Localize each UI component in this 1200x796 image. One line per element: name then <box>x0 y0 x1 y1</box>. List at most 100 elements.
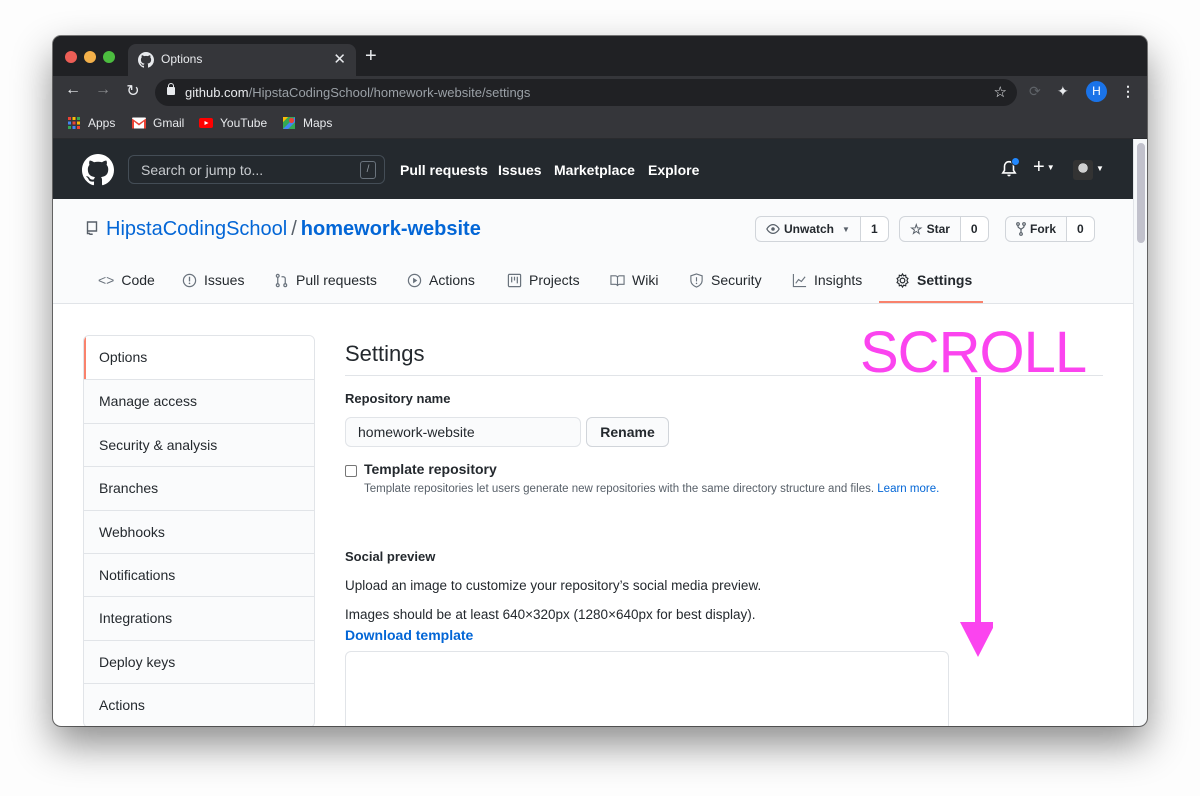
create-new-dropdown[interactable]: + ▼ <box>1033 156 1055 179</box>
tab-label: Issues <box>204 272 245 288</box>
header-nav-pull-requests[interactable]: Pull requests <box>400 162 488 178</box>
star-button[interactable]: ☆ Star 0 <box>899 216 989 242</box>
url-path: /HipstaCodingSchool/homework-website/set… <box>248 85 531 100</box>
bookmark-apps[interactable]: Apps <box>67 116 115 130</box>
scroll-annotation: SCROLL <box>860 320 1087 385</box>
url-host: github.com <box>185 85 249 100</box>
tab-label: Pull requests <box>296 272 377 288</box>
github-icon <box>138 52 154 68</box>
sidebar-item-options[interactable]: Options <box>84 336 314 380</box>
repo-name-input[interactable] <box>345 417 581 447</box>
repo-name-link[interactable]: homework-website <box>301 218 481 240</box>
notification-dot <box>1011 157 1020 166</box>
sidebar-item-notifications[interactable]: Notifications <box>84 552 314 596</box>
tab-projects[interactable]: Projects <box>507 272 580 288</box>
star-icon: ☆ <box>910 220 923 237</box>
page-scrollbar[interactable] <box>1133 139 1147 726</box>
tab-strip: Options ✕ + <box>53 36 1147 76</box>
learn-more-link[interactable]: Learn more. <box>877 483 939 495</box>
youtube-icon <box>199 118 213 128</box>
eye-icon <box>766 224 780 234</box>
maximize-window-button[interactable] <box>103 51 115 63</box>
tab-title: Options <box>161 52 203 66</box>
profile-avatar[interactable]: H <box>1086 81 1107 102</box>
watch-count[interactable]: 1 <box>859 217 888 241</box>
github-page: Search or jump to... / Pull requests Iss… <box>53 139 1133 726</box>
tab-pull-requests[interactable]: Pull requests <box>274 272 377 288</box>
tab-label: Code <box>121 272 155 288</box>
bookmark-label: Maps <box>303 116 333 130</box>
tab-security[interactable]: Security <box>689 272 762 288</box>
reload-icon[interactable]: ↻ <box>123 81 143 101</box>
sync-icon[interactable]: ⟳ <box>1029 83 1041 100</box>
sidebar-item-deploy-keys[interactable]: Deploy keys <box>84 639 314 683</box>
tab-code[interactable]: <> Code <box>98 272 155 288</box>
social-preview-size-hint: Images should be at least 640×320px (128… <box>345 607 756 622</box>
bookmark-maps[interactable]: Maps <box>282 116 332 130</box>
settings-sidebar: Options Manage access Security & analysi… <box>83 335 315 726</box>
close-window-button[interactable] <box>65 51 77 63</box>
star-count[interactable]: 0 <box>959 217 988 241</box>
template-repository-label[interactable]: Template repository <box>364 461 497 477</box>
sidebar-item-manage-access[interactable]: Manage access <box>84 379 314 422</box>
sidebar-item-security-analysis[interactable]: Security & analysis <box>84 422 314 466</box>
template-repository-checkbox[interactable] <box>345 465 357 477</box>
address-bar[interactable]: github.com/HipstaCodingSchool/homework-w… <box>155 79 1017 106</box>
bookmark-label: Gmail <box>153 116 185 130</box>
unwatch-button[interactable]: Unwatch ▼ 1 <box>755 216 889 242</box>
minimize-window-button[interactable] <box>84 51 96 63</box>
bookmark-star-icon[interactable]: ☆ <box>994 83 1007 101</box>
project-icon <box>507 273 522 287</box>
bookmark-youtube[interactable]: YouTube <box>199 116 267 130</box>
url-text[interactable]: github.com/HipstaCodingSchool/homework-w… <box>185 85 530 100</box>
tab-insights[interactable]: Insights <box>792 272 862 288</box>
sidebar-item-webhooks[interactable]: Webhooks <box>84 509 314 553</box>
user-avatar[interactable] <box>1073 160 1093 180</box>
scrollbar-thumb[interactable] <box>1137 143 1145 243</box>
template-note-text: Template repositories let users generate… <box>364 483 875 495</box>
play-icon <box>407 273 422 287</box>
fork-button[interactable]: Fork 0 <box>1005 216 1095 242</box>
tab-issues[interactable]: Issues <box>182 272 244 288</box>
forward-arrow-icon[interactable]: → <box>93 81 113 99</box>
back-arrow-icon[interactable]: ← <box>63 81 83 99</box>
new-tab-button[interactable]: + <box>365 46 377 66</box>
caret-down-icon[interactable]: ▼ <box>1096 164 1104 173</box>
bookmark-gmail[interactable]: Gmail <box>132 116 184 130</box>
scroll-down-arrow-icon <box>960 377 993 657</box>
apps-grid-icon <box>68 117 80 129</box>
tab-actions[interactable]: Actions <box>407 272 475 288</box>
header-nav-issues[interactable]: Issues <box>498 162 542 178</box>
social-preview-dropzone[interactable] <box>345 651 949 726</box>
browser-tab[interactable]: Options ✕ <box>128 44 356 76</box>
sidebar-item-actions[interactable]: Actions <box>84 683 314 726</box>
download-template-link[interactable]: Download template <box>345 627 473 643</box>
header-nav-explore[interactable]: Explore <box>648 162 699 178</box>
rename-button[interactable]: Rename <box>586 417 669 447</box>
gear-icon <box>896 272 909 288</box>
repo-owner-link[interactable]: HipstaCodingSchool <box>106 218 287 240</box>
fork-label: Fork <box>1030 222 1057 236</box>
pull-request-icon <box>275 273 288 287</box>
social-preview-description: Upload an image to customize your reposi… <box>345 578 762 593</box>
tab-label: Actions <box>429 272 475 288</box>
gmail-icon <box>132 117 146 129</box>
star-label: Star <box>926 222 950 236</box>
github-logo-icon[interactable] <box>82 154 114 186</box>
tab-wiki[interactable]: Wiki <box>610 272 658 288</box>
sidebar-item-branches[interactable]: Branches <box>84 466 314 509</box>
sidebar-item-integrations[interactable]: Integrations <box>84 596 314 639</box>
extensions-puzzle-icon[interactable]: ✦ <box>1057 83 1069 100</box>
fork-count[interactable]: 0 <box>1066 217 1094 241</box>
github-header: Search or jump to... / Pull requests Iss… <box>53 139 1133 199</box>
close-tab-icon[interactable]: ✕ <box>333 50 346 68</box>
header-nav-marketplace[interactable]: Marketplace <box>554 162 635 178</box>
lock-icon <box>167 83 175 95</box>
repo-header: HipstaCodingSchool / homework-website Unwa… <box>53 199 1133 304</box>
tab-label: Wiki <box>632 272 659 288</box>
search-input[interactable]: Search or jump to... / <box>128 155 385 184</box>
selected-tab-underline <box>879 301 983 303</box>
tab-settings[interactable]: Settings <box>895 272 972 288</box>
more-menu-icon[interactable]: ⋮ <box>1121 83 1135 100</box>
repo-name-label: Repository name <box>345 391 451 406</box>
